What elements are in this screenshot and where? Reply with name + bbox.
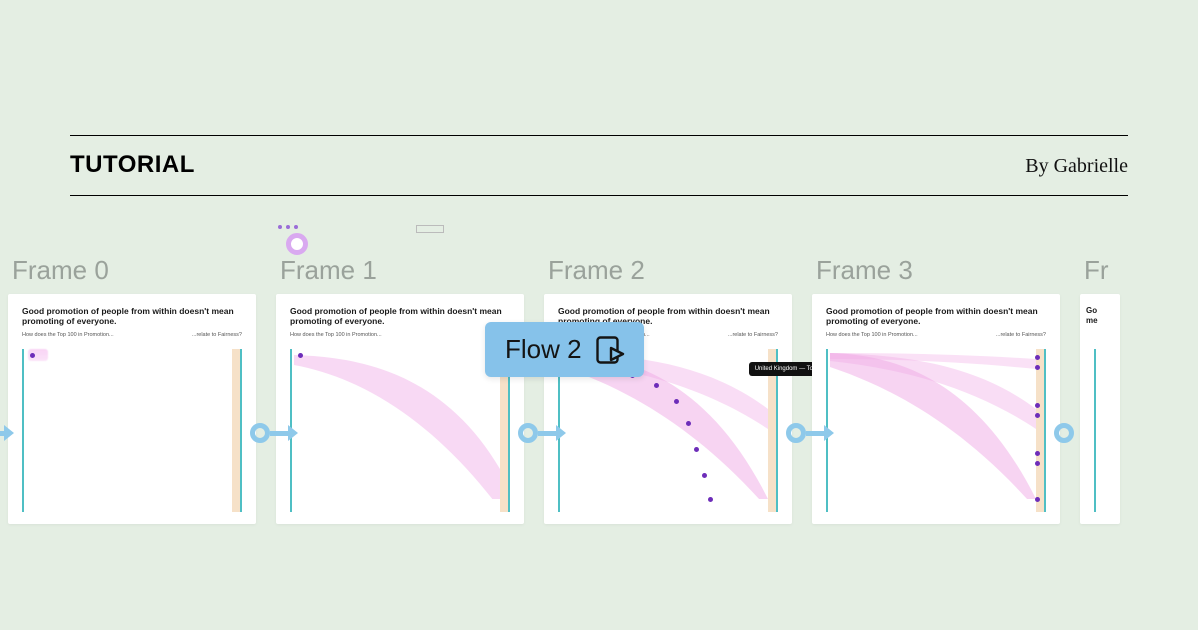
- frame-strip: 7 thin doesn't ...relate to Fairness? Fr…: [0, 255, 1198, 524]
- card-sub-right: ...relate to Fairness?: [996, 332, 1046, 338]
- flow-start-button[interactable]: Flow 2: [485, 322, 644, 377]
- frame-0: Frame 0 Good promotion of people from wi…: [8, 255, 256, 524]
- frame-label: Frame 3: [812, 255, 913, 286]
- play-frame-icon: [596, 336, 626, 364]
- connector-icon: [786, 423, 834, 443]
- frame-label: Frame 1: [276, 255, 377, 286]
- frame-1: Frame 1 Good promotion of people from wi…: [276, 255, 524, 524]
- card-heading: Good promotion of people from within doe…: [826, 306, 1046, 326]
- article-header: TUTORIAL By Gabrielle: [70, 135, 1128, 196]
- page-title: TUTORIAL: [70, 151, 195, 179]
- frame-2: Frame 2 Good promotion of people from wi…: [544, 255, 792, 524]
- connector-icon: [1054, 423, 1074, 443]
- card-sub-right: ...relate to Fairness?: [192, 332, 242, 338]
- frame-card[interactable]: Good promotion of people from within doe…: [812, 294, 1060, 524]
- frame-label: Frame 2: [544, 255, 645, 286]
- card-heading-fragment: Gome: [1086, 306, 1114, 325]
- frame-card[interactable]: Good promotion of people from within doe…: [8, 294, 256, 524]
- flow-shape: [826, 349, 1060, 499]
- card-sub-left: How does the Top 100 in Promotion...: [290, 332, 382, 338]
- frame-deco: [272, 225, 308, 255]
- frame-edge-right: Fr Gome: [1080, 255, 1120, 524]
- connector-icon: [0, 423, 14, 443]
- connector-icon: [250, 423, 298, 443]
- magnifier-icon: [286, 233, 308, 255]
- card-heading: Good promotion of people from within doe…: [22, 306, 242, 326]
- frame-3: Frame 3 Good promotion of people from wi…: [812, 255, 1060, 524]
- frame-card[interactable]: Gome: [1080, 294, 1120, 524]
- frame-label: Frame 0: [8, 255, 109, 286]
- card-sub-left: How does the Top 100 in Promotion...: [826, 332, 918, 338]
- connector-icon: [518, 423, 566, 443]
- byline: By Gabrielle: [1025, 155, 1128, 178]
- card-sub-left: How does the Top 100 in Promotion...: [22, 332, 114, 338]
- flow-label: Flow 2: [505, 334, 582, 365]
- card-heading: Good promotion of people from within doe…: [290, 306, 510, 326]
- small-outline-box: [416, 225, 444, 233]
- more-dots-icon: [278, 225, 308, 229]
- card-sub-right: ...relate to Fairness?: [728, 332, 778, 338]
- frame-label: Fr: [1080, 255, 1109, 286]
